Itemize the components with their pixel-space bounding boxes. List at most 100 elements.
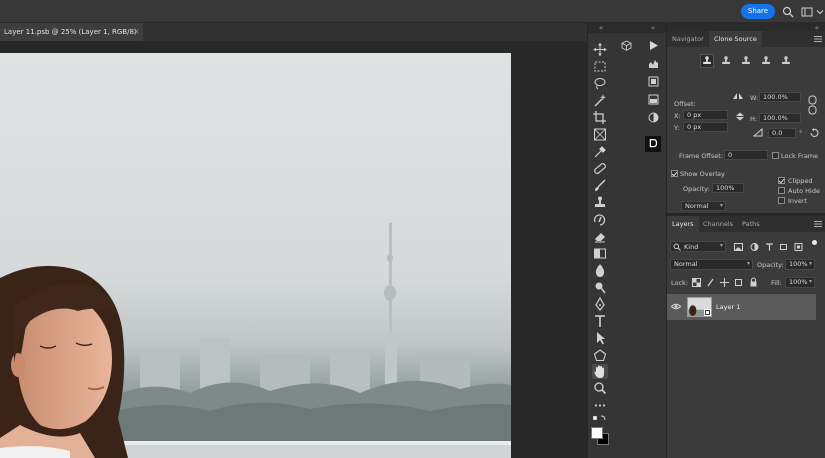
move-tool-icon[interactable]	[592, 42, 608, 57]
color-circle-icon[interactable]	[648, 112, 659, 123]
eraser-tool-icon[interactable]	[592, 229, 608, 244]
overlay-blend-select[interactable]: Normal ▾	[681, 201, 726, 211]
lock-all-icon[interactable]	[749, 277, 758, 287]
dock-collapse-icon[interactable]: «	[640, 23, 666, 33]
zoom-tool-icon[interactable]	[592, 381, 608, 396]
clone-source-2-button[interactable]	[720, 55, 732, 67]
play-icon[interactable]	[648, 40, 659, 51]
clipped-checkbox[interactable]	[778, 177, 785, 184]
canvas-image[interactable]	[0, 53, 511, 458]
overlay-opacity-label: Opacity:	[683, 185, 710, 193]
document-tab[interactable]: Layer 11.psb @ 25% (Layer 1, RGB/8)	[0, 23, 143, 41]
brush-tool-icon[interactable]	[592, 178, 608, 193]
clone-source-3-button[interactable]	[740, 55, 752, 67]
overlay-blend-value: Normal	[685, 202, 709, 210]
lock-pixels-icon[interactable]	[706, 278, 715, 287]
width-field[interactable]: 100.0%	[759, 92, 801, 102]
layer-comps-icon[interactable]	[648, 76, 659, 87]
chevron-down-icon: ▾	[746, 260, 750, 267]
angle-field[interactable]: 0.0	[768, 128, 796, 138]
blend-mode-select[interactable]: Normal ▾	[670, 259, 753, 270]
height-field[interactable]: 100.0%	[759, 113, 801, 123]
gradient-tool-icon[interactable]	[592, 246, 608, 261]
3d-cube-icon[interactable]	[621, 40, 632, 51]
frame-tool-icon[interactable]	[592, 127, 608, 142]
clone-source-panel-icon[interactable]	[645, 136, 661, 152]
visibility-eye-icon[interactable]	[671, 303, 681, 310]
flip-horizontal-icon[interactable]	[732, 92, 744, 100]
panel-menu-icon[interactable]	[814, 220, 822, 228]
dodge-tool-icon[interactable]	[592, 280, 608, 295]
lock-transparent-icon[interactable]	[692, 278, 701, 287]
clone-source-panel: Navigator Clone Source Offset: W: 100.0%…	[667, 31, 825, 213]
crop-tool-icon[interactable]	[592, 110, 608, 125]
adjustment-layer-filter-icon[interactable]	[750, 243, 759, 251]
path-selection-tool-icon[interactable]	[592, 331, 608, 346]
tab-clone-source[interactable]: Clone Source	[709, 31, 762, 47]
healing-brush-tool-icon[interactable]	[592, 161, 608, 176]
tools-collapse-icon[interactable]: «	[588, 23, 614, 33]
lasso-tool-icon[interactable]	[592, 76, 608, 91]
histogram-icon[interactable]	[648, 58, 659, 69]
document-tab-bar: Layer 11.psb @ 25% (Layer 1, RGB/8) ×	[0, 23, 587, 41]
share-button[interactable]: Share	[741, 4, 775, 19]
workspace-icon[interactable]	[801, 6, 813, 18]
auto-hide-checkbox[interactable]	[778, 187, 785, 194]
stamp-icon	[722, 56, 730, 64]
tab-layers[interactable]: Layers	[667, 216, 699, 232]
type-layer-filter-icon[interactable]	[765, 243, 774, 251]
foreground-color-swatch[interactable]	[591, 427, 603, 439]
chevron-down-icon[interactable]	[814, 6, 825, 18]
layer-name[interactable]: Layer 1	[716, 303, 740, 311]
lock-artboard-icon[interactable]	[734, 278, 743, 287]
x-offset-field[interactable]: 0 px	[683, 110, 728, 120]
chevron-down-icon: ▾	[719, 242, 723, 249]
tab-navigator[interactable]: Navigator	[667, 31, 709, 47]
pixel-layer-filter-icon[interactable]	[734, 243, 743, 251]
flip-vertical-icon[interactable]	[735, 112, 745, 121]
magic-wand-tool-icon[interactable]	[592, 93, 608, 108]
history-brush-tool-icon[interactable]	[592, 212, 608, 227]
clone-source-4-button[interactable]	[760, 55, 772, 67]
panel-menu-icon[interactable]	[814, 35, 822, 43]
show-overlay-checkbox[interactable]	[671, 170, 678, 177]
type-tool-icon[interactable]	[592, 314, 608, 329]
clone-source-1-button[interactable]	[700, 54, 714, 68]
stamp-icon	[742, 56, 750, 64]
fill-field[interactable]: 100% ▾	[785, 277, 815, 288]
blur-tool-icon[interactable]	[592, 263, 608, 278]
smart-object-filter-icon[interactable]	[794, 243, 803, 251]
shape-layer-filter-icon[interactable]	[779, 243, 788, 251]
marquee-tool-icon[interactable]	[592, 59, 608, 74]
hand-tool-icon[interactable]	[592, 364, 608, 379]
lock-position-icon[interactable]	[720, 278, 729, 287]
filter-toggle-icon[interactable]	[812, 240, 817, 245]
reset-icon[interactable]	[809, 128, 819, 138]
clipped-label: Clipped	[788, 177, 813, 185]
y-offset-field[interactable]: 0 px	[683, 122, 728, 132]
tab-paths[interactable]: Paths	[737, 216, 765, 232]
layer-row[interactable]: Layer 1	[667, 294, 816, 320]
stamp-icon	[762, 56, 770, 64]
close-icon[interactable]: ×	[133, 23, 140, 41]
more-tools-icon[interactable]	[592, 398, 608, 413]
lock-frame-checkbox[interactable]	[772, 152, 779, 159]
width-label: W:	[750, 94, 759, 102]
smart-object-badge-icon	[704, 309, 711, 316]
tab-channels[interactable]: Channels	[698, 216, 738, 232]
frame-offset-field[interactable]: 0	[724, 150, 768, 160]
clone-stamp-tool-icon[interactable]	[592, 195, 608, 210]
pen-tool-icon[interactable]	[592, 297, 608, 312]
shape-tool-icon[interactable]	[592, 348, 608, 363]
layer-filter-select[interactable]: Kind ▾	[670, 241, 726, 252]
layer-opacity-field[interactable]: 100% ▾	[785, 259, 815, 270]
search-icon[interactable]	[782, 6, 794, 18]
invert-checkbox[interactable]	[778, 197, 785, 204]
link-icon[interactable]	[808, 95, 817, 115]
adjustments-icon[interactable]	[648, 94, 659, 105]
photo-woman-hazy-city	[0, 53, 511, 458]
eyedropper-tool-icon[interactable]	[592, 144, 608, 159]
canvas-area[interactable]	[0, 41, 587, 458]
clone-source-5-button[interactable]	[780, 55, 792, 67]
overlay-opacity-field[interactable]: 100%	[712, 183, 744, 193]
